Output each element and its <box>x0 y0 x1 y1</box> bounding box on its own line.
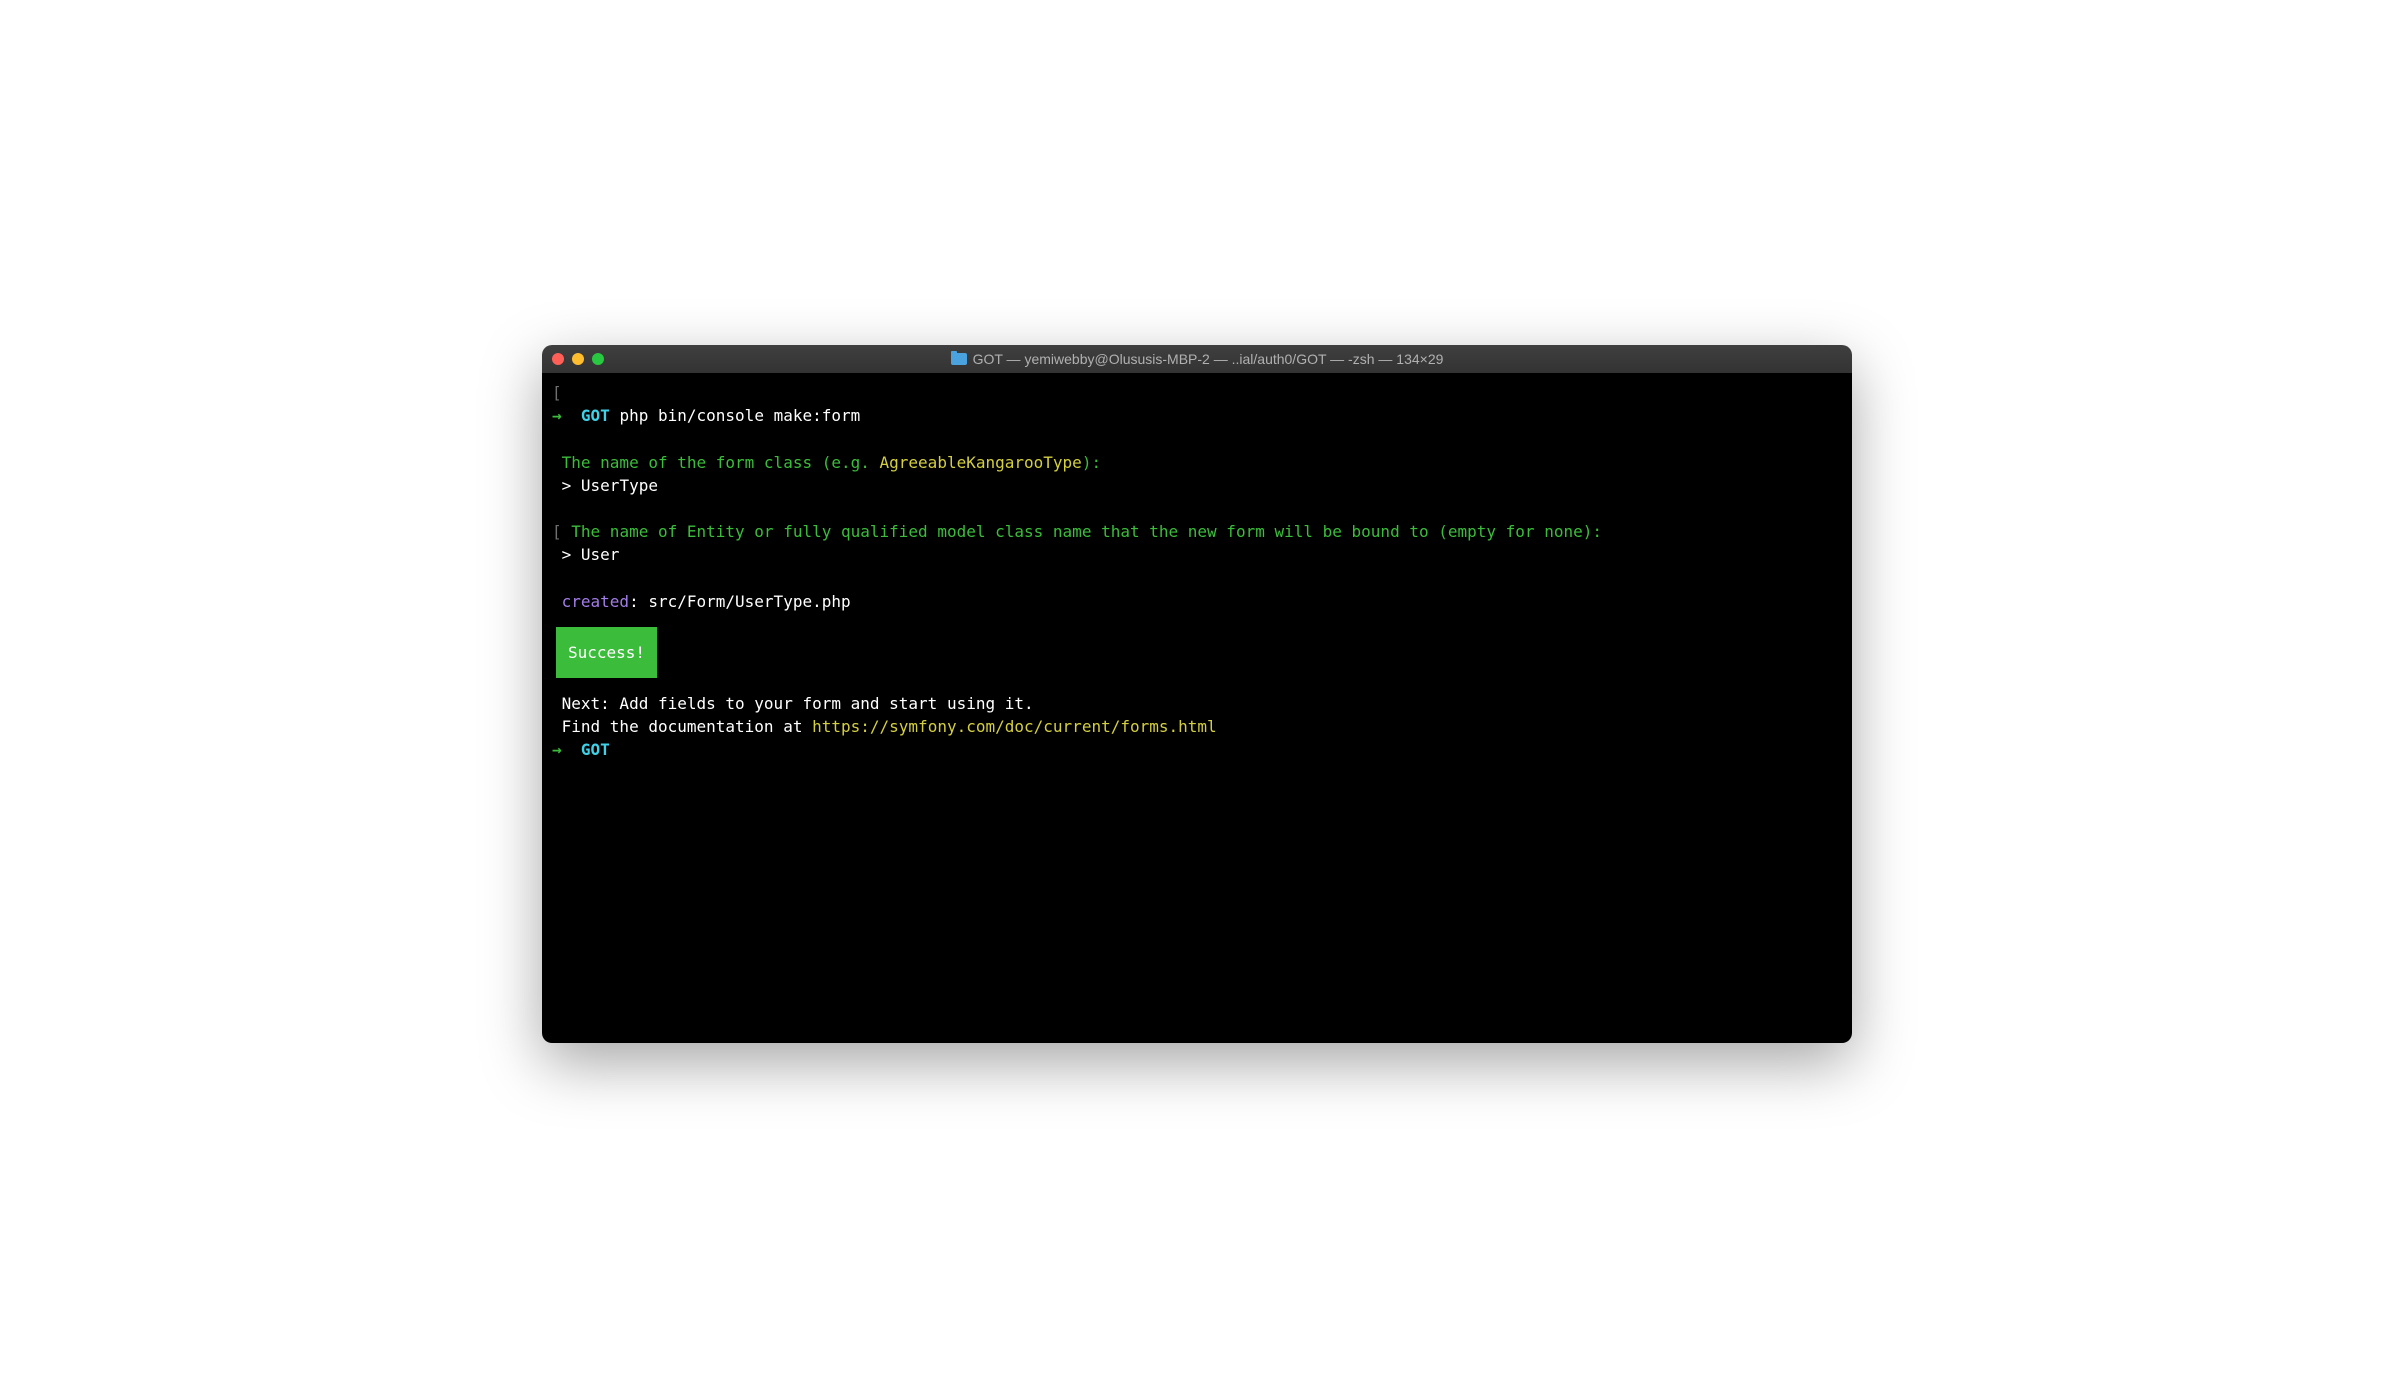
doc-link[interactable]: https://symfony.com/doc/current/forms.ht… <box>812 717 1217 736</box>
question-prefix: The name of the form class (e.g. <box>552 453 880 472</box>
maximize-button[interactable] <box>592 353 604 365</box>
prompt-line-2: → GOT <box>552 738 1842 761</box>
answer-prompt: > <box>552 476 581 495</box>
cwd-label: GOT <box>581 740 610 759</box>
answer-entity: > User <box>552 543 1842 566</box>
prompt-arrow-icon: → <box>552 740 562 759</box>
answer-prompt: > <box>552 545 581 564</box>
next-line-2: Find the documentation at https://symfon… <box>552 715 1842 738</box>
answer-value: User <box>581 545 620 564</box>
terminal-window: GOT — yemiwebby@Olususis-MBP-2 — ..ial/a… <box>542 345 1852 1043</box>
blank-line <box>552 567 1842 590</box>
traffic-lights <box>552 353 604 365</box>
success-badge: Success! <box>556 627 657 678</box>
answer-form-name: > UserType <box>552 474 1842 497</box>
titlebar: GOT — yemiwebby@Olususis-MBP-2 — ..ial/a… <box>542 345 1852 373</box>
bracket-top: [ <box>552 381 1842 404</box>
bracket-row: [ The name of Entity or fully qualified … <box>552 520 1842 543</box>
terminal-body[interactable]: [ → GOT php bin/console make:form The na… <box>542 373 1852 1043</box>
success-text: Success! <box>568 643 645 662</box>
window-title: GOT — yemiwebby@Olususis-MBP-2 — ..ial/a… <box>973 351 1444 367</box>
question-example: AgreeableKangarooType <box>880 453 1082 472</box>
created-sep: : <box>629 592 648 611</box>
blank-line <box>552 427 1842 450</box>
blank-line <box>552 497 1842 520</box>
prompt-line-1: → GOT php bin/console make:form <box>552 404 1842 427</box>
prompt-arrow-icon: → <box>552 406 562 425</box>
question-entity: The name of Entity or fully qualified mo… <box>562 522 1602 541</box>
doc-prefix: Find the documentation at <box>552 717 812 736</box>
question-suffix: ): <box>1082 453 1101 472</box>
created-line: created: src/Form/UserType.php <box>552 590 1842 613</box>
close-button[interactable] <box>552 353 564 365</box>
answer-value: UserType <box>581 476 658 495</box>
minimize-button[interactable] <box>572 353 584 365</box>
command-text: php bin/console make:form <box>619 406 860 425</box>
created-label: created <box>552 592 629 611</box>
window-title-area: GOT — yemiwebby@Olususis-MBP-2 — ..ial/a… <box>542 351 1852 367</box>
question-form-name: The name of the form class (e.g. Agreeab… <box>552 451 1842 474</box>
cwd-label: GOT <box>581 406 610 425</box>
created-path: src/Form/UserType.php <box>648 592 850 611</box>
next-line-1: Next: Add fields to your form and start … <box>552 692 1842 715</box>
folder-icon <box>951 353 967 365</box>
